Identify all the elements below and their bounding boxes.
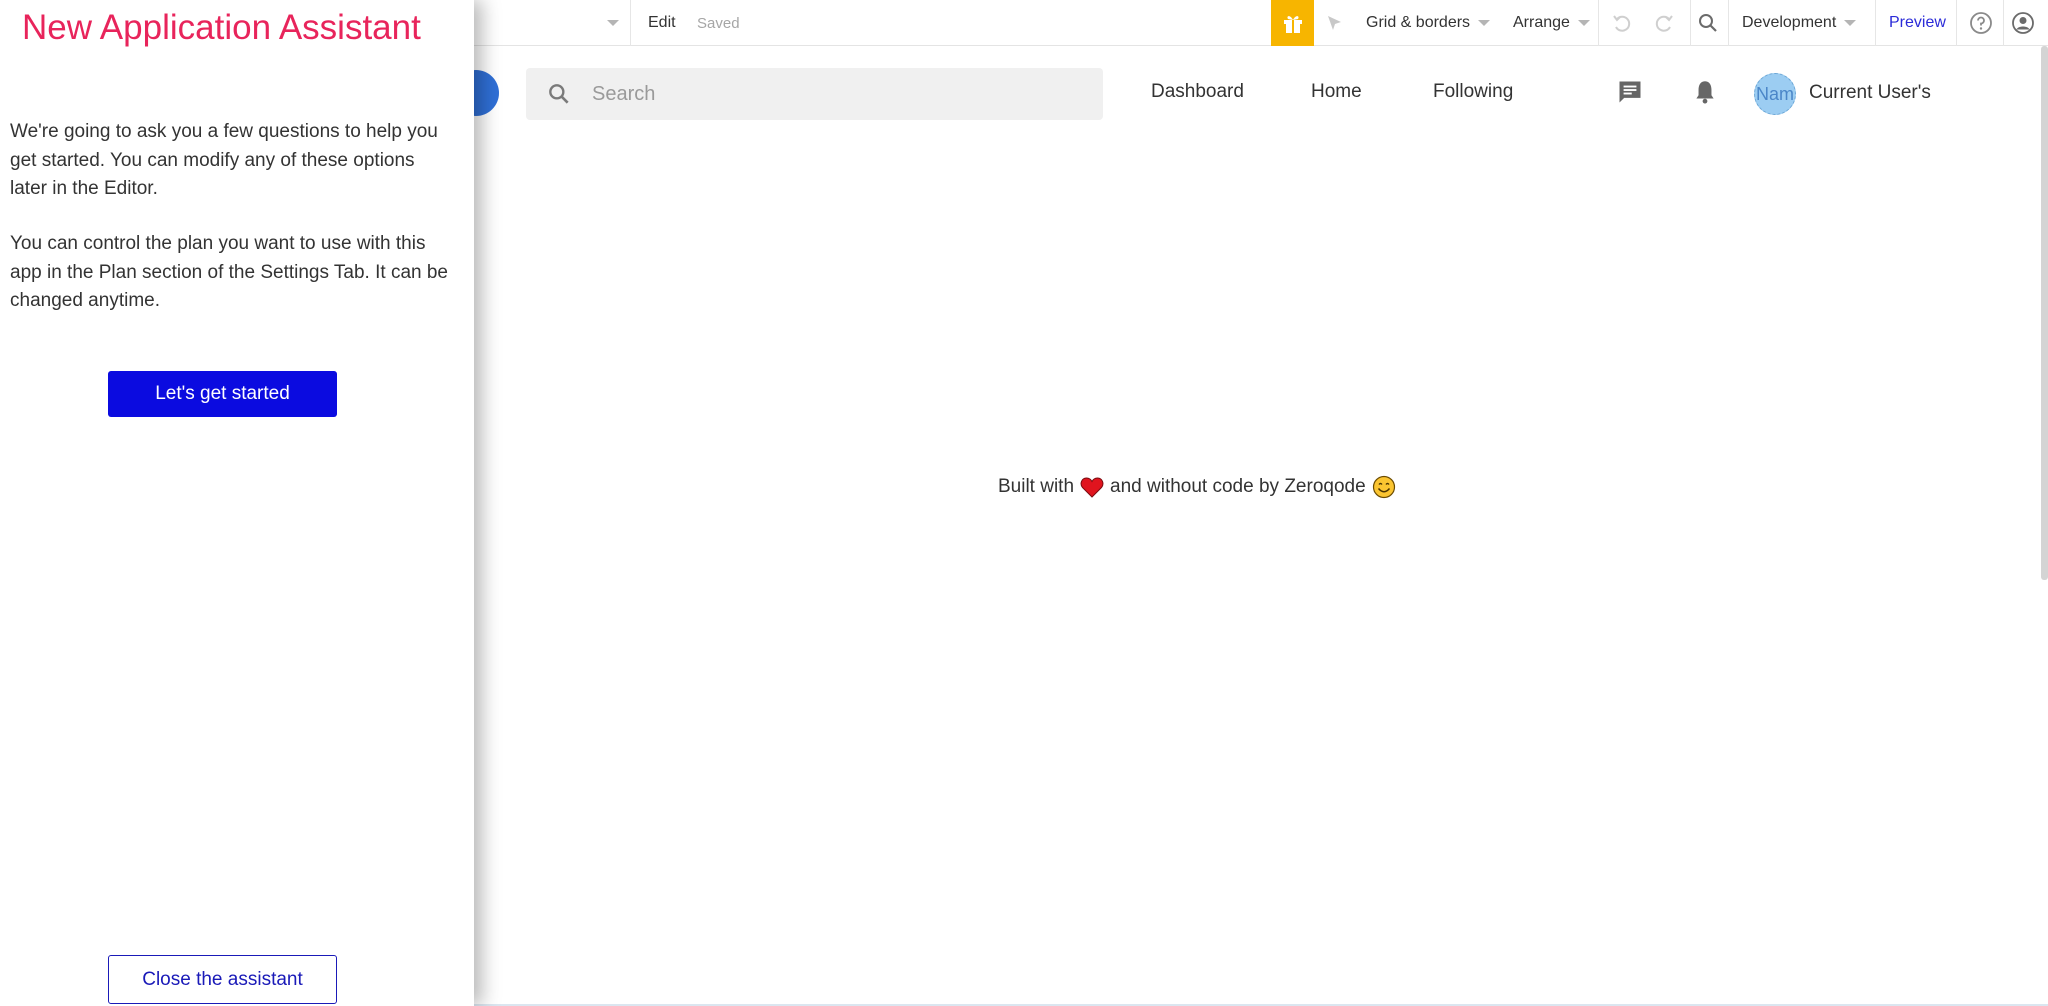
gift-button[interactable] (1271, 0, 1314, 46)
search-bar[interactable] (526, 68, 1103, 120)
assistant-plan-text: You can control the plan you want to use… (10, 233, 449, 311)
redo-button[interactable] (1653, 0, 1675, 46)
footer-text-before: Built with (998, 476, 1075, 497)
smile-emoji-icon (1372, 475, 1396, 499)
environment-dropdown[interactable]: Development (1742, 0, 1857, 46)
arrange-dropdown[interactable]: Arrange (1513, 0, 1590, 46)
arrange-label: Arrange (1513, 14, 1570, 31)
grid-borders-label: Grid & borders (1366, 14, 1471, 31)
account-button[interactable] (2011, 0, 2035, 46)
lets-get-started-button[interactable]: Let's get started (108, 371, 337, 417)
search-tool-button[interactable] (1697, 0, 1719, 46)
gift-icon (1283, 16, 1302, 33)
help-circle-icon (1970, 12, 1992, 34)
close-assistant-button[interactable]: Close the assistant (108, 955, 337, 1004)
environment-label: Development (1742, 14, 1837, 31)
account-circle-icon (2012, 12, 2034, 34)
redo-icon (1655, 15, 1673, 32)
notifications-button[interactable] (1692, 78, 1718, 111)
search-input[interactable] (592, 68, 1072, 120)
edit-label[interactable]: Edit (648, 0, 676, 46)
footer-text-after: and without code by Zeroqode (1110, 476, 1366, 497)
assistant-intro-text: We're going to ask you a few questions t… (10, 121, 438, 199)
nav-following[interactable]: Following (1433, 81, 1513, 103)
assistant-title: New Application Assistant (22, 8, 421, 47)
vertical-scrollbar[interactable] (2041, 46, 2048, 580)
undo-button[interactable] (1611, 0, 1633, 46)
help-button[interactable] (1969, 0, 1993, 46)
search-icon (549, 84, 569, 104)
messages-button[interactable] (1616, 78, 1644, 111)
chevron-down-icon (1844, 20, 1857, 26)
chat-icon (1619, 81, 1641, 103)
saved-status: Saved (697, 14, 740, 32)
chevron-down-icon (607, 20, 619, 26)
heart-icon (1080, 476, 1104, 498)
bell-icon (1696, 81, 1714, 104)
page-dropdown[interactable] (474, 0, 619, 46)
new-application-assistant-panel: New Application Assistant We're going to… (0, 0, 474, 1006)
nav-home[interactable]: Home (1311, 81, 1362, 103)
avatar[interactable]: Nam (1754, 73, 1796, 115)
select-tool-button[interactable] (1325, 0, 1345, 46)
current-user-name[interactable]: Current User's (1809, 82, 1931, 104)
chevron-down-icon (1577, 20, 1590, 26)
search-icon (1699, 14, 1717, 32)
cursor-arrow-icon (1328, 16, 1341, 30)
nav-dashboard[interactable]: Dashboard (1151, 81, 1244, 103)
chevron-down-icon (1478, 20, 1491, 26)
preview-link[interactable]: Preview (1889, 0, 1946, 46)
grid-borders-dropdown[interactable]: Grid & borders (1366, 0, 1491, 46)
undo-icon (1613, 15, 1631, 32)
